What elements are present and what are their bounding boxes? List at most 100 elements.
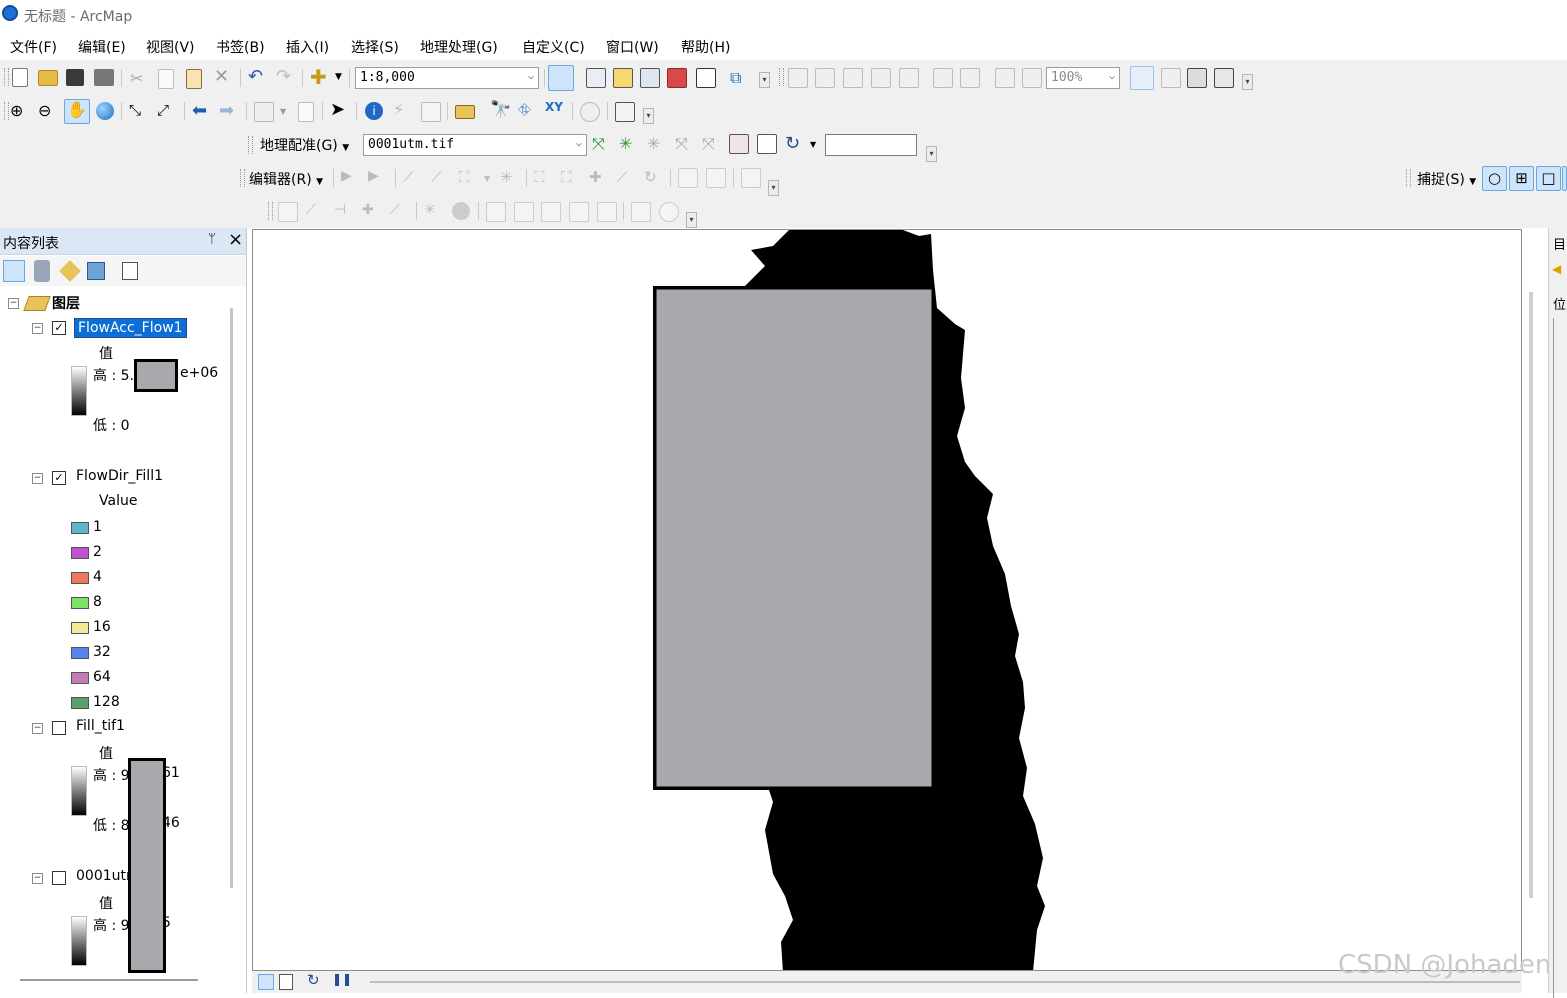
menu-bookmarks[interactable]: 书签(B)	[216, 37, 265, 57]
attributes-icon[interactable]	[678, 168, 698, 188]
paste-icon[interactable]	[186, 69, 202, 89]
menu-edit[interactable]: 编辑(E)	[78, 37, 126, 57]
reshape-feature-icon[interactable]: ⛶	[561, 168, 581, 188]
trim-icon[interactable]: ✚	[362, 202, 382, 222]
edge-snapping-icon[interactable]	[1562, 166, 1567, 191]
new-document-icon[interactable]	[12, 68, 28, 87]
explode-multipart-icon[interactable]	[631, 202, 651, 222]
point-snapping-icon[interactable]: ○	[1482, 166, 1507, 191]
flowdir-class-swatch[interactable]	[71, 572, 89, 584]
flowdir-class-swatch[interactable]	[71, 672, 89, 684]
pause-drawing-icon[interactable]: ❚❚	[332, 972, 352, 986]
add-data-icon[interactable]: ✚	[310, 65, 330, 89]
collapse-layers-toggle[interactable]: −	[8, 298, 19, 309]
open-folder-icon[interactable]	[38, 70, 58, 86]
list-by-selection-icon[interactable]	[87, 262, 105, 280]
layout-fixed-zoom-in-icon[interactable]	[933, 68, 953, 88]
layout-zoom-out-icon[interactable]	[815, 68, 835, 88]
hyperlink-icon[interactable]: ⚡	[393, 100, 413, 120]
line-intersection-icon[interactable]: ⟋	[390, 202, 410, 222]
flowdir-class-swatch[interactable]	[71, 597, 89, 609]
add-data-dropdown-icon[interactable]: ▼	[335, 72, 342, 82]
end-point-arc-icon[interactable]: ⟋	[431, 168, 451, 188]
smooth-icon[interactable]	[452, 202, 470, 220]
change-layout-icon[interactable]	[1187, 68, 1207, 88]
fixed-zoom-out-icon[interactable]: ⤢	[157, 101, 177, 121]
menu-file[interactable]: 文件(F)	[10, 37, 57, 57]
focus-data-frame-icon[interactable]	[1161, 68, 1181, 88]
vertex-snapping-icon[interactable]: □	[1536, 166, 1561, 191]
select-features-dropdown-icon[interactable]: ▼	[280, 107, 286, 116]
zoom-to-selected-link-icon[interactable]: ⤧	[675, 134, 695, 154]
pin-icon[interactable]: ᛘ	[208, 232, 216, 247]
collapse-flowacc-toggle[interactable]: −	[32, 323, 43, 334]
list-by-visibility-icon[interactable]	[59, 260, 81, 282]
menu-windows[interactable]: 窗口(W)	[606, 37, 659, 57]
toc-options-icon[interactable]	[122, 262, 138, 280]
close-icon[interactable]: ×	[228, 229, 243, 250]
identify-icon[interactable]: i	[365, 102, 383, 120]
full-extent-globe-icon[interactable]	[96, 102, 114, 120]
toggle-draft-mode-icon[interactable]	[1130, 66, 1154, 90]
chevron-down-icon[interactable]: ⌵	[1109, 71, 1115, 82]
end-snapping-icon[interactable]: ⊞	[1509, 166, 1534, 191]
catalog-icon[interactable]	[613, 68, 633, 88]
layout-fixed-zoom-out-icon[interactable]	[960, 68, 980, 88]
catalog-dock-tab[interactable]: 目	[1553, 234, 1566, 253]
toolbar-options-chevron[interactable]: ▾	[759, 72, 770, 88]
toolbar-grip[interactable]	[248, 136, 253, 154]
generalize-circle-icon[interactable]	[659, 202, 679, 222]
collapse-utm-toggle[interactable]: −	[32, 873, 43, 884]
georef-layer-combo[interactable]: 0001utm.tif ⌵	[363, 134, 587, 156]
menu-view[interactable]: 视图(V)	[146, 37, 195, 57]
clear-selection-icon[interactable]	[298, 102, 314, 122]
editor-menu[interactable]: 编辑器(R) ▼	[249, 169, 323, 189]
undo-icon[interactable]: ↶	[248, 66, 268, 87]
rotation-angle-input[interactable]	[825, 134, 917, 156]
replace-geometry-icon[interactable]	[541, 202, 561, 222]
flowdir-class-swatch[interactable]	[71, 547, 89, 559]
extend-icon[interactable]: ⊣	[334, 202, 354, 222]
table-of-contents-icon[interactable]	[586, 68, 606, 88]
chevron-down-icon[interactable]: ⌵	[528, 71, 534, 82]
create-viewer-window-icon[interactable]	[615, 102, 635, 122]
split-tool-icon[interactable]: ⟋	[617, 168, 637, 188]
toolbar-options-chevron[interactable]: ▾	[1242, 74, 1253, 90]
edit-annotation-icon[interactable]: ▶	[368, 168, 388, 188]
refresh-icon[interactable]: ↻	[307, 971, 320, 989]
collapse-fill-toggle[interactable]: −	[32, 723, 43, 734]
flowdir-class-swatch[interactable]	[71, 697, 89, 709]
fillet-icon[interactable]	[569, 202, 589, 222]
link-table-icon[interactable]	[757, 134, 777, 154]
flowdir-visibility-checkbox[interactable]: ✓	[52, 471, 66, 485]
add-control-points-icon[interactable]: ⤧	[592, 134, 612, 154]
chevron-left-icon[interactable]: ◀	[1552, 262, 1561, 276]
toolbar-options-chevron[interactable]: ▾	[643, 108, 654, 124]
go-to-xy-icon[interactable]: XY	[545, 100, 565, 120]
toolbar-grip[interactable]	[1406, 169, 1411, 187]
layout-zoom-in-icon[interactable]	[788, 68, 808, 88]
html-popup-icon[interactable]	[421, 102, 441, 122]
flowdir-class-swatch[interactable]	[71, 647, 89, 659]
layout-pan-icon[interactable]	[843, 68, 863, 88]
toc-vertical-scrollbar[interactable]	[230, 308, 233, 888]
copy-parallel-icon[interactable]	[486, 202, 506, 222]
sketch-properties-icon[interactable]	[706, 168, 726, 188]
edit-tool-icon[interactable]: ▶	[341, 168, 361, 188]
flowdir-class-swatch[interactable]	[71, 622, 89, 634]
zoom-out-icon[interactable]: ⊖	[38, 101, 58, 121]
print-icon[interactable]	[94, 69, 114, 86]
map-horizontal-scrollbar[interactable]	[370, 981, 1520, 983]
menu-help[interactable]: 帮助(H)	[681, 37, 730, 57]
rotate-icon[interactable]: ↻	[785, 133, 805, 154]
toolbar-grip[interactable]	[4, 102, 9, 120]
collapse-flowdir-toggle[interactable]: −	[32, 473, 43, 484]
toolbar-options-chevron[interactable]: ▾	[926, 146, 937, 162]
chevron-down-icon[interactable]: ⌵	[576, 138, 582, 149]
delete-icon[interactable]: ✕	[214, 66, 234, 87]
toc-horizontal-scrollbar[interactable]	[20, 979, 198, 981]
copy-icon[interactable]	[158, 69, 174, 89]
search-dock-tab[interactable]: 位	[1553, 294, 1566, 313]
model-builder-icon[interactable]: ⧉	[730, 68, 750, 88]
construction-dropdown-icon[interactable]: ▼	[484, 174, 490, 183]
